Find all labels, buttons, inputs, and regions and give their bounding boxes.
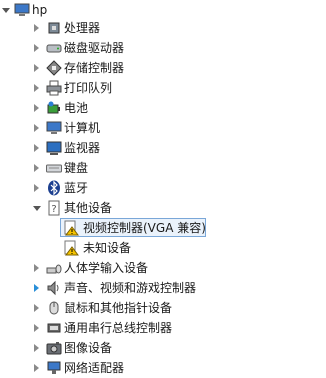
tree-item-computer[interactable]: 计算机 (0, 118, 326, 138)
camera-icon (46, 340, 62, 356)
tree-item-usb-controllers[interactable]: 通用串行总线控制器 (0, 318, 326, 338)
expander-icon[interactable] (33, 206, 41, 211)
processor-icon (46, 20, 62, 36)
category-label: 蓝牙 (64, 181, 89, 195)
expander-icon[interactable] (2, 8, 10, 13)
disk-drive-icon (46, 40, 62, 56)
category-label: 键盘 (64, 161, 89, 175)
keyboard-icon (46, 160, 62, 176)
hid-icon (46, 260, 62, 276)
mouse-icon (46, 300, 62, 316)
computer-icon (46, 120, 62, 136)
tree-item-other-devices[interactable]: ? 其他设备 (0, 198, 326, 218)
tree-item-sound-video-game[interactable]: 声音、视频和游戏控制器 (0, 278, 326, 298)
category-label: 声音、视频和游戏控制器 (64, 281, 197, 295)
expander-icon[interactable] (34, 44, 39, 52)
tree-item-batteries[interactable]: 电池 (0, 98, 326, 118)
tree-item-bluetooth[interactable]: 蓝牙 (0, 178, 326, 198)
device-label: 未知设备 (83, 241, 132, 255)
warning-device-icon (63, 220, 79, 236)
tree-item-mice[interactable]: 鼠标和其他指针设备 (0, 298, 326, 318)
tree-item-hid[interactable]: 人体学输入设备 (0, 258, 326, 278)
root-label: hp (32, 3, 48, 17)
category-label: 其他设备 (64, 201, 113, 215)
expander-icon[interactable] (34, 144, 39, 152)
sound-icon (46, 280, 62, 296)
expander-icon[interactable] (34, 164, 39, 172)
category-label: 处理器 (64, 21, 101, 35)
other-devices-icon: ? (46, 200, 62, 216)
bluetooth-icon (46, 180, 62, 196)
network-icon (46, 360, 62, 376)
tree-item-unknown-device[interactable]: 未知设备 (0, 238, 326, 258)
svg-text:?: ? (51, 204, 56, 215)
category-label: 通用串行总线控制器 (64, 321, 173, 335)
tree-item-processor[interactable]: 处理器 (0, 18, 326, 38)
category-label: 监视器 (64, 141, 101, 155)
tree-item-monitors[interactable]: 监视器 (0, 138, 326, 158)
tree-item-disk-drives[interactable]: 磁盘驱动器 (0, 38, 326, 58)
battery-icon (46, 100, 62, 116)
expander-icon[interactable] (34, 184, 39, 192)
tree-item-storage-controllers[interactable]: 存储控制器 (0, 58, 326, 78)
tree-item-vga-controller[interactable]: 视频控制器(VGA 兼容) (0, 218, 326, 238)
storage-controller-icon (46, 60, 62, 76)
category-label: 网络适配器 (64, 361, 125, 375)
tree-item-keyboards[interactable]: 键盘 (0, 158, 326, 178)
expander-icon[interactable] (34, 344, 39, 352)
tree-item-imaging-devices[interactable]: 图像设备 (0, 338, 326, 358)
category-label: 磁盘驱动器 (64, 41, 125, 55)
expander-icon[interactable] (34, 264, 39, 272)
expander-icon[interactable] (34, 124, 39, 132)
expander-icon[interactable] (34, 364, 39, 372)
tree-item-print-queues[interactable]: 打印队列 (0, 78, 326, 98)
category-label: 电池 (64, 101, 89, 115)
category-label: 计算机 (64, 121, 101, 135)
monitor-icon (46, 140, 62, 156)
expander-icon[interactable] (34, 284, 39, 292)
expander-icon[interactable] (34, 304, 39, 312)
device-label: 视频控制器(VGA 兼容) (83, 221, 206, 235)
expander-icon[interactable] (34, 84, 39, 92)
printer-icon (46, 80, 62, 96)
category-label: 鼠标和其他指针设备 (64, 301, 173, 315)
tree-item-network-adapters[interactable]: 网络适配器 (0, 358, 326, 378)
category-label: 存储控制器 (64, 61, 125, 75)
expander-icon[interactable] (34, 104, 39, 112)
category-label: 人体学输入设备 (64, 261, 149, 275)
expander-icon[interactable] (34, 64, 39, 72)
warning-device-icon (63, 240, 79, 256)
category-label: 图像设备 (64, 341, 113, 355)
expander-icon[interactable] (34, 24, 39, 32)
category-label: 打印队列 (64, 81, 113, 95)
tree-root[interactable]: hp (0, 0, 326, 20)
computer-icon (14, 2, 30, 18)
expander-icon[interactable] (34, 324, 39, 332)
usb-icon (46, 320, 62, 336)
